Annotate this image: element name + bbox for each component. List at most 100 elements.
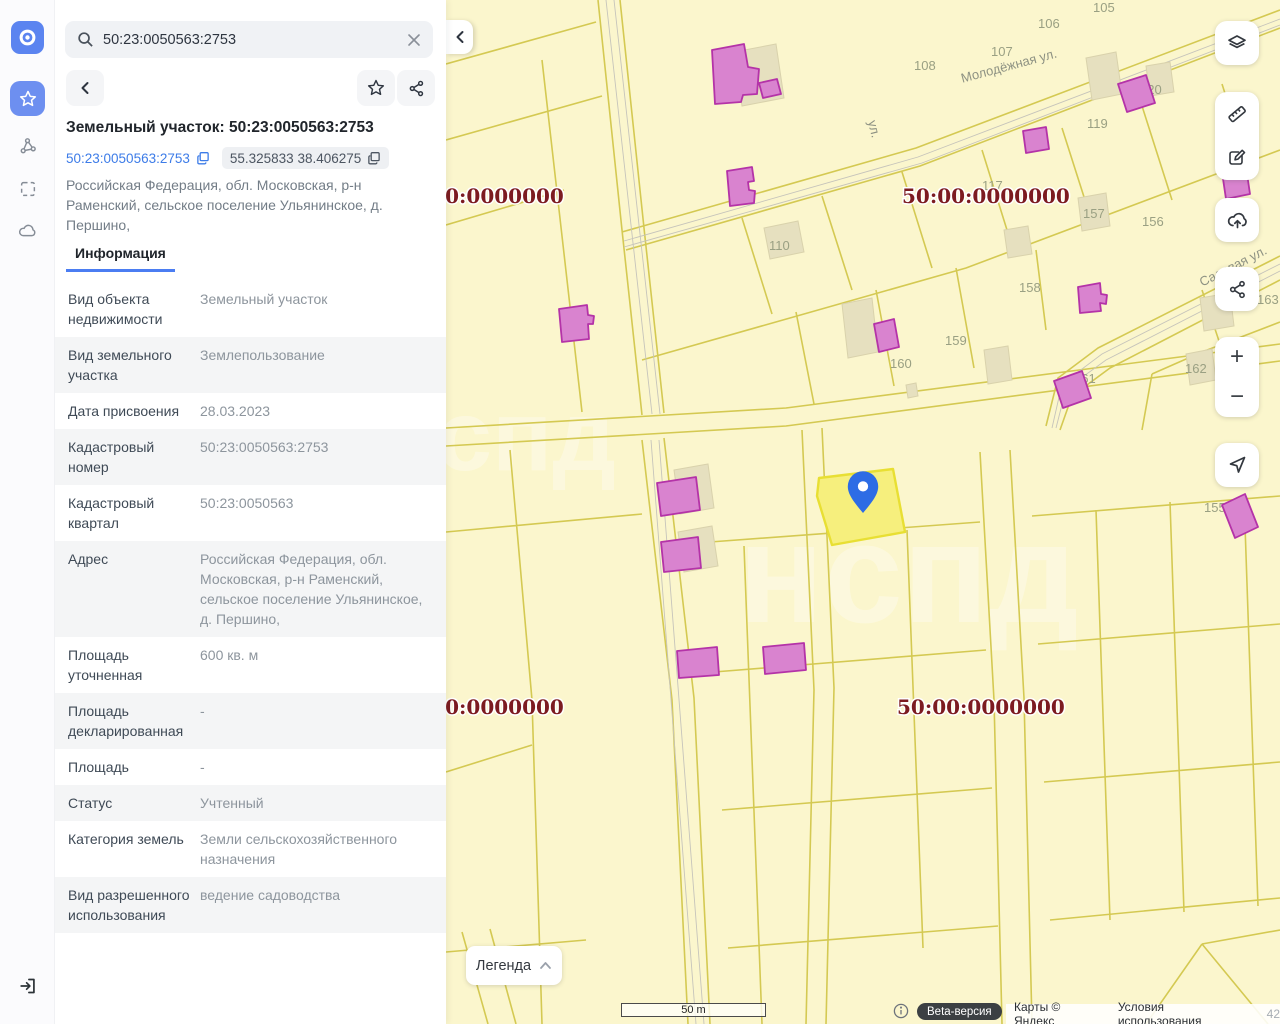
layers-button[interactable] [1215,21,1259,65]
map-attribution: Карты © Яндекс Условия использования 42 [1006,1004,1280,1024]
share-control [1215,267,1259,311]
share-map-button[interactable] [1215,267,1259,311]
back-button[interactable] [66,70,104,106]
exit-icon [18,976,38,996]
edit-icon [1226,147,1248,169]
search-input[interactable] [103,32,398,48]
app-root: нспд нспд [0,0,1280,1024]
layers-control [1215,21,1259,65]
svg-text:159: 159 [945,333,967,348]
measure-edit-control [1215,92,1259,180]
share-icon [407,79,426,98]
table-row: Категория земельЗемли сельскохозяйственн… [55,821,446,877]
favorite-button[interactable] [357,70,395,106]
copy-icon[interactable] [196,151,210,165]
table-row: Вид земельного участкаЗемлепользование [55,337,446,393]
chips-row: 50:23:0050563:2753 55.325833 38.406275 [66,147,389,169]
yandex-maps-link[interactable]: Карты © Яндекс [1014,1000,1104,1024]
table-row: Площадь- [55,749,446,785]
street-labels: Молодёжная ул. Садовая ул. ул. [865,46,1269,290]
cloud-icon [17,221,38,242]
map-canvas[interactable]: нспд нспд [446,0,1280,1024]
zoom-control: + − [1215,337,1259,417]
share-button[interactable] [397,70,435,106]
sidebar-item-cloud[interactable] [10,214,45,249]
coordinates-chip[interactable]: 55.325833 38.406275 [222,147,389,169]
table-row: Площадь декларированная- [55,693,446,749]
app-logo-icon [18,28,37,47]
copy-icon[interactable] [367,151,381,165]
icon-rail [0,0,55,1024]
cloud-upload-icon [1226,209,1249,232]
locate-control [1215,443,1259,487]
sidebar-item-select-area[interactable] [10,171,45,206]
svg-text:160: 160 [890,356,912,371]
star-icon [18,89,38,109]
table-row: АдресРоссийская Федерация, обл. Московск… [55,541,446,637]
sidebar-item-favorites[interactable] [10,81,45,116]
parcel-number-labels: 105 106 107 108 110 117 119 120 155 156 … [769,0,1279,515]
svg-text:50:00:0000000: 50:00:0000000 [446,184,564,208]
share-icon [1227,279,1248,300]
table-row: Кадастровый квартал50:23:0050563 [55,485,446,541]
app-logo[interactable] [11,21,44,54]
svg-text:105: 105 [1093,0,1115,15]
table-row: Дата присвоения28.03.2023 [55,393,446,429]
info-icon[interactable] [893,1003,909,1019]
svg-text:50:00:0000000: 50:00:0000000 [446,695,564,719]
layers-icon [1226,32,1248,54]
zoom-in-button[interactable]: + [1215,337,1259,377]
chevron-left-icon [454,30,466,44]
navigation-arrow-icon [1226,454,1248,476]
page-title: Земельный участок: 50:23:0050563:2753 [66,119,438,137]
edit-button[interactable] [1215,136,1259,180]
map-area: нспд нспд [446,0,1280,1024]
legend-button[interactable]: Легенда [466,946,562,985]
svg-text:ул.: ул. [865,119,884,140]
table-row: Вид объекта недвижимостиЗемельный участо… [55,281,446,337]
scale-label: 50 m [681,1004,705,1016]
upload-control [1215,198,1259,242]
clear-search-icon[interactable] [407,33,421,47]
cadastral-number-chip[interactable]: 50:23:0050563:2753 [66,147,210,169]
svg-text:157: 157 [1083,206,1105,221]
svg-text:106: 106 [1038,16,1060,31]
info-panel: Земельный участок: 50:23:0050563:2753 50… [55,0,446,1024]
svg-text:50:00:0000000: 50:00:0000000 [897,695,1065,719]
table-row: Площадь уточненная600 кв. м [55,637,446,693]
zoom-out-button[interactable]: − [1215,377,1259,417]
svg-text:162: 162 [1185,361,1207,376]
svg-text:108: 108 [914,58,936,73]
table-row: Вид разрешенного использованияведение са… [55,877,446,933]
polygon-nodes-icon [17,135,38,156]
attributes-table: Вид объекта недвижимостиЗемельный участо… [55,281,446,933]
search-bar [65,21,433,58]
svg-text:163: 163 [1257,292,1279,307]
object-address: Российская Федерация, обл. Московская, р… [66,175,438,235]
svg-text:110: 110 [769,238,790,253]
beta-badge: Beta-версия [917,1003,1002,1020]
svg-text:158: 158 [1019,280,1041,295]
ruler-button[interactable] [1215,92,1259,136]
tab-information[interactable]: Информация [66,245,175,272]
table-row: Кадастровый номер50:23:0050563:2753 [55,429,446,485]
tan-buildings [674,44,1234,572]
ruler-icon [1226,103,1248,125]
svg-text:50:00:0000000: 50:00:0000000 [902,184,1070,208]
search-icon [77,31,94,48]
svg-text:119: 119 [1087,116,1108,131]
exit-button[interactable] [10,968,45,1003]
collapse-panel-button[interactable] [446,20,473,54]
svg-text:156: 156 [1142,214,1164,229]
chevron-up-icon [539,961,552,970]
nspd-watermark: нспд [446,380,616,492]
terms-of-use-link[interactable]: Условия использования [1118,1000,1251,1024]
cloud-upload-button[interactable] [1215,198,1259,242]
zoom-level-indicator: 42 [1267,1007,1280,1021]
scale-bar: 50 m [621,1003,766,1017]
sidebar-item-geometry[interactable] [10,128,45,163]
table-row: СтатусУчтенный [55,785,446,821]
locate-button[interactable] [1215,443,1259,487]
dashed-select-icon [18,179,38,199]
chevron-left-icon [79,81,91,95]
